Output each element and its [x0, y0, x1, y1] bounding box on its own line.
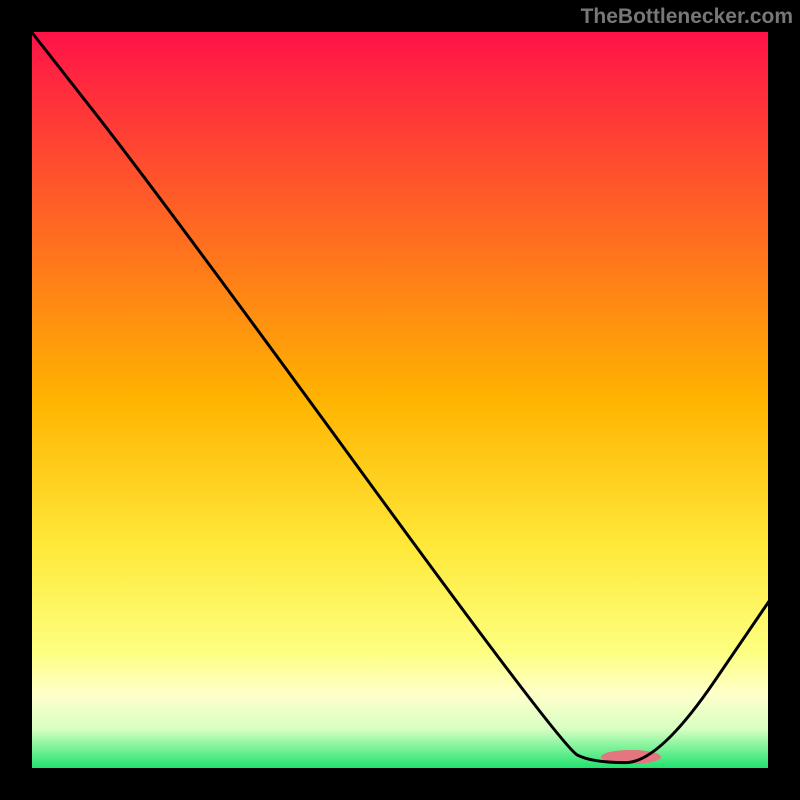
chart-svg	[0, 0, 800, 800]
watermark-text: TheBottlenecker.com	[581, 5, 793, 29]
gradient-background	[30, 30, 770, 770]
